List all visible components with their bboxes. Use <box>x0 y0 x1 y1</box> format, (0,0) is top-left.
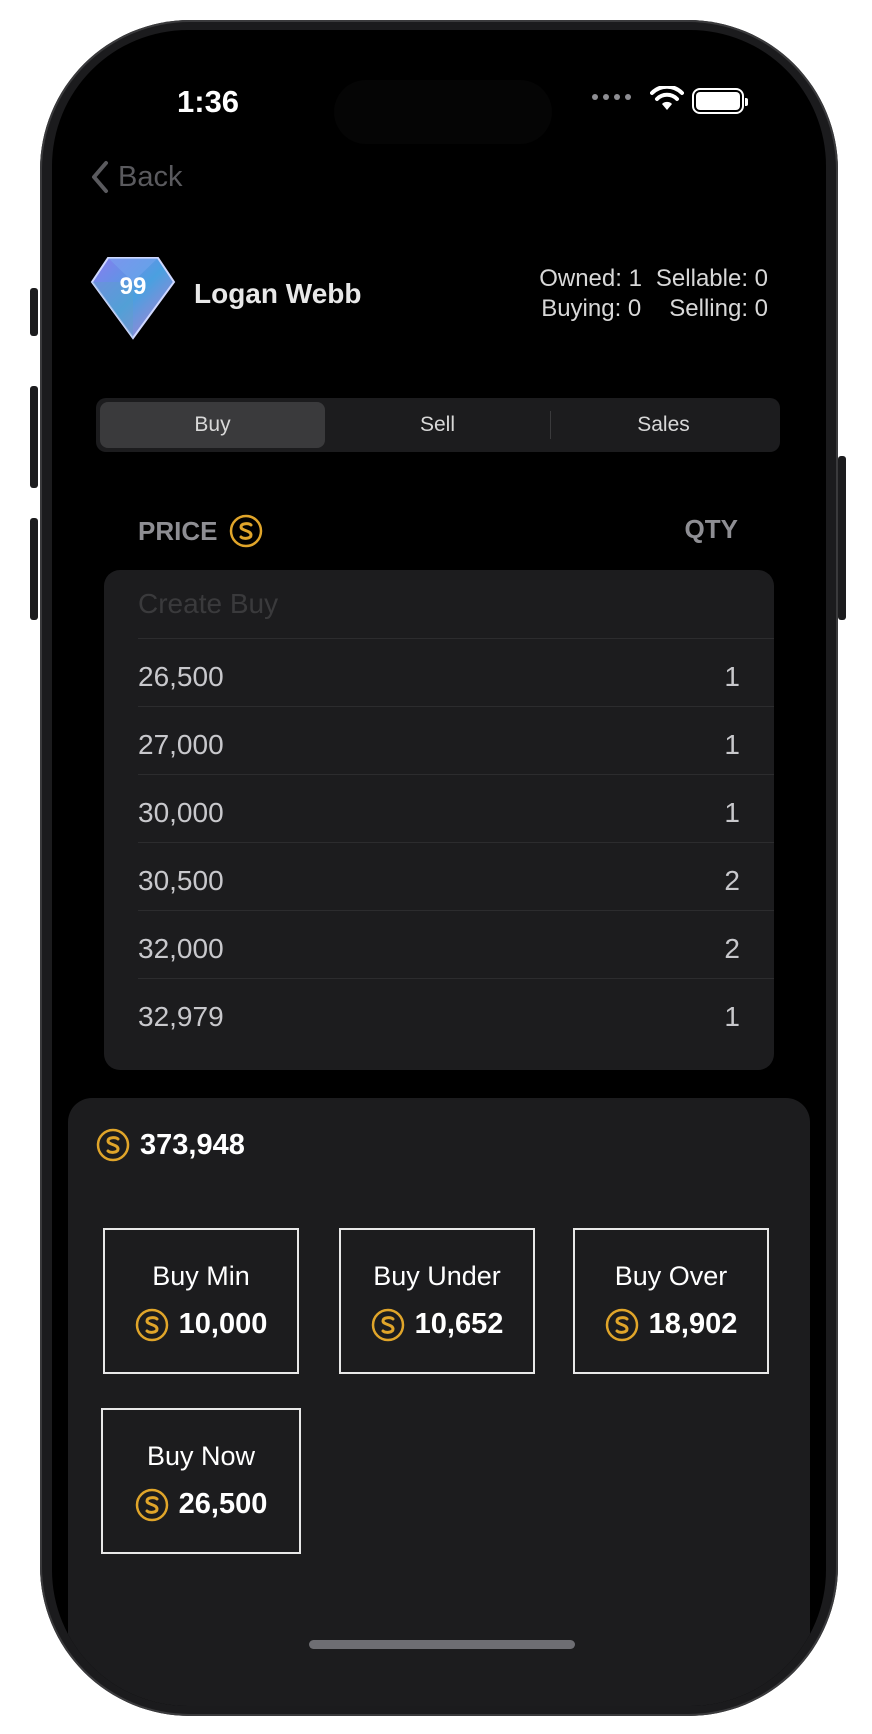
row-price: 32,000 <box>138 933 224 964</box>
coin-icon <box>135 1488 168 1521</box>
action-price-value: 26,500 <box>178 1488 268 1520</box>
buy-under-button[interactable]: Buy Under 10,652 <box>339 1228 535 1374</box>
player-stats: Owned: 1 Sellable: 0 Buying: 0 Selling: 0 <box>539 264 768 324</box>
signal-icon <box>592 94 631 100</box>
buying-count: Buying: 0 <box>541 295 642 322</box>
row-qty: 2 <box>724 933 740 964</box>
row-qty: 2 <box>724 865 740 896</box>
coin-icon <box>96 1128 130 1162</box>
table-row[interactable]: 26,500 1 <box>138 638 774 714</box>
market-tabs: Buy Sell Sales <box>96 398 780 452</box>
coin-icon <box>605 1308 638 1341</box>
action-label: Buy Min <box>152 1260 250 1291</box>
action-label: Buy Over <box>614 1260 728 1291</box>
row-price: 26,500 <box>138 661 224 692</box>
status-time: 1:36 <box>177 84 240 119</box>
battery-icon <box>692 88 748 114</box>
buy-min-button[interactable]: Buy Min 10,000 <box>103 1228 299 1374</box>
buy-now-button[interactable]: Buy Now 26,500 <box>101 1408 301 1554</box>
action-price-value: 10,000 <box>178 1308 268 1340</box>
action-price-value: 18,902 <box>648 1308 738 1340</box>
price-header-label: PRICE <box>138 515 218 546</box>
create-buy-row[interactable]: Create Buy <box>138 570 774 646</box>
table-row[interactable]: 32,000 2 <box>138 910 774 986</box>
row-price: 30,500 <box>138 865 224 896</box>
table-row[interactable]: 32,979 1 <box>138 978 774 1054</box>
tab-sell[interactable]: Sell <box>325 402 550 448</box>
diamond-rating-icon: 99 <box>90 257 176 340</box>
row-qty: 1 <box>724 661 740 692</box>
coin-icon <box>371 1308 404 1341</box>
wifi-icon <box>650 86 684 110</box>
coin-balance: 373,948 <box>96 1128 245 1162</box>
coin-icon <box>230 514 263 548</box>
price-header: PRICE <box>138 514 263 548</box>
back-label: Back <box>118 160 183 193</box>
row-price: 30,000 <box>138 797 224 828</box>
player-name: Logan Webb <box>194 278 362 309</box>
create-buy-placeholder[interactable]: Create Buy <box>138 588 278 620</box>
chevron-left-icon <box>92 161 108 193</box>
action-price: 10,000 <box>135 1308 268 1342</box>
action-price-value: 10,652 <box>414 1308 504 1340</box>
coin-icon <box>135 1308 168 1341</box>
sellable-count: Sellable: 0 <box>655 265 768 292</box>
action-price: 10,652 <box>371 1308 504 1342</box>
action-price: 26,500 <box>135 1488 268 1522</box>
table-row[interactable]: 27,000 1 <box>138 706 774 782</box>
table-row[interactable]: 30,000 1 <box>138 774 774 850</box>
buy-order-list: Create Buy 26,500 1 27,000 1 30,000 1 30… <box>104 570 774 1070</box>
table-row[interactable]: 30,500 2 <box>138 842 774 918</box>
volume-down-button <box>30 518 38 620</box>
power-button <box>838 456 846 620</box>
row-qty: 1 <box>724 729 740 760</box>
back-button[interactable]: Back <box>90 160 182 194</box>
balance-value: 373,948 <box>140 1128 245 1161</box>
action-label: Buy Under <box>373 1260 501 1291</box>
row-price: 27,000 <box>138 729 224 760</box>
screen: 1:36 Back 99 Logan Webb Owned: 1 Sellabl… <box>52 30 826 1706</box>
volume-up-button <box>30 386 38 488</box>
home-indicator[interactable] <box>309 1640 575 1649</box>
tab-buy[interactable]: Buy <box>100 402 325 448</box>
player-header: 99 Logan Webb Owned: 1 Sellable: 0 Buying… <box>88 252 768 352</box>
row-price: 32,979 <box>138 1001 224 1032</box>
quick-buy-sheet: 373,948 Buy Min 10,000 Buy Under 10,652 <box>68 1098 810 1706</box>
action-button <box>30 288 38 336</box>
action-label: Buy Now <box>146 1440 256 1471</box>
owned-count: Owned: 1 <box>539 265 642 292</box>
tab-sales[interactable]: Sales <box>551 402 776 448</box>
row-qty: 1 <box>724 1001 740 1032</box>
selling-count: Selling: 0 <box>669 295 768 322</box>
rating-label: 99 <box>120 273 147 300</box>
qty-header: QTY <box>684 514 738 544</box>
order-table-header: PRICE QTY <box>138 510 738 550</box>
action-price: 18,902 <box>605 1308 738 1342</box>
dynamic-island <box>334 80 552 144</box>
buy-over-button[interactable]: Buy Over 18,902 <box>573 1228 769 1374</box>
row-qty: 1 <box>724 797 740 828</box>
